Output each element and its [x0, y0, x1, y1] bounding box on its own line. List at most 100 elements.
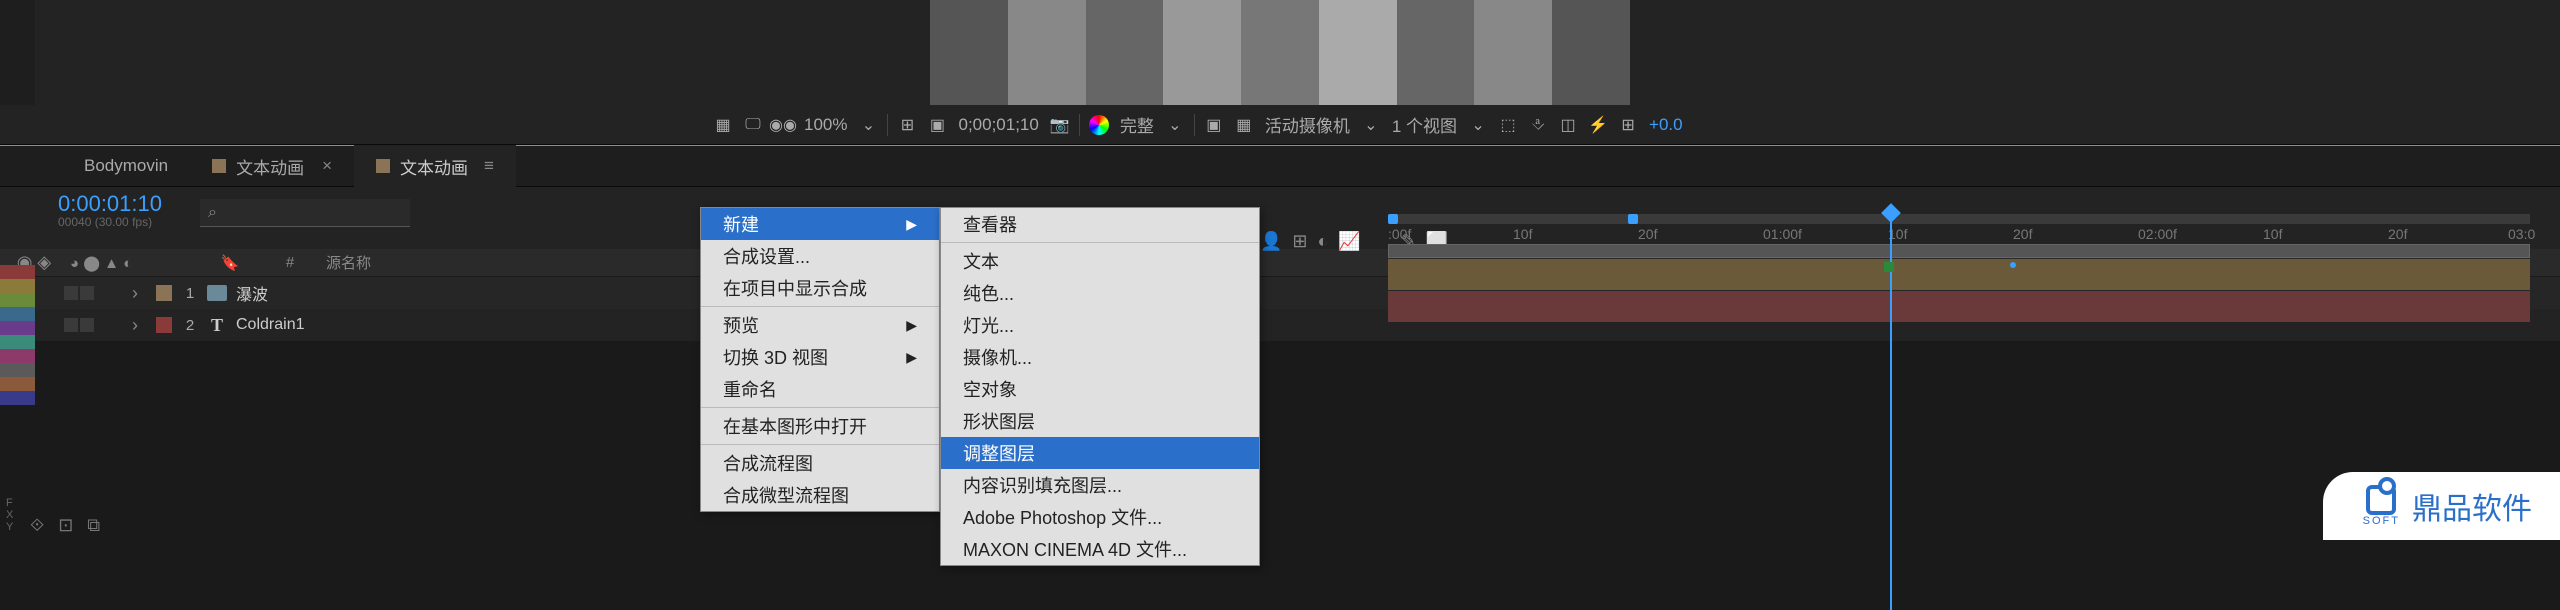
submenu-arrow-icon: ▶: [906, 317, 917, 334]
precomp-icon: [207, 285, 227, 301]
menu-item-text[interactable]: 文本: [941, 245, 1259, 277]
layer-index: 1: [178, 285, 202, 302]
shy-icon[interactable]: 👤: [1260, 231, 1282, 252]
menu-item-mini-flowchart[interactable]: 合成微型流程图: [701, 479, 939, 511]
resolution-dropdown[interactable]: 完整: [1116, 112, 1158, 137]
timeline-footer-toggles: ⟐ ⊡ ⧉: [30, 510, 100, 540]
color-icon[interactable]: [1086, 112, 1112, 138]
vr-icon[interactable]: ◉◉: [770, 112, 796, 138]
work-area-end-handle[interactable]: [1628, 214, 1638, 224]
layer-color-swatch[interactable]: [156, 317, 172, 333]
composition-viewer: [0, 0, 2560, 105]
viewer-toolbar: ▦ 🖵 ◉◉ 100% ⌄ ⊞ ▣ 0;00;01;10 📷 完整 ⌄ ▣ ▦ …: [0, 105, 2560, 145]
composition-icon: [376, 159, 390, 173]
keyframe[interactable]: [2010, 262, 2016, 268]
submenu-arrow-icon: ▶: [906, 216, 917, 233]
menu-item-switch-3d-view[interactable]: 切换 3D 视图▶: [701, 341, 939, 373]
axis-labels: FXY: [0, 495, 19, 535]
switches-column: ◕ ⬤ ▲ ◐: [60, 254, 200, 272]
work-area-start-handle[interactable]: [1388, 214, 1398, 224]
menu-item-rename[interactable]: 重命名: [701, 373, 939, 405]
tab-text-anim-2[interactable]: 文本动画 ≡: [354, 145, 516, 187]
menu-item-flowchart[interactable]: 合成流程图: [701, 447, 939, 479]
menu-item-content-aware-fill[interactable]: 内容识别填充图层...: [941, 469, 1259, 501]
layer-duration-bar[interactable]: [1388, 259, 2530, 290]
label-color-swatches: [0, 265, 35, 405]
marker[interactable]: [1884, 262, 1894, 272]
renderer-icon[interactable]: ◫: [1555, 112, 1581, 138]
tab-label: 文本动画: [400, 154, 468, 179]
time-ruler[interactable]: :00f 10f 20f 01:00f 10f 20f 02:00f 10f 2…: [1388, 226, 2530, 246]
viewer-left-gutter: [0, 0, 35, 105]
text-layer-icon: T: [211, 315, 223, 336]
motion-blur-icon[interactable]: ◐: [1318, 231, 1329, 252]
tab-label: Bodymovin: [84, 156, 168, 176]
menu-item-reveal-in-project[interactable]: 在项目中显示合成: [701, 272, 939, 304]
toggle-switches-icon[interactable]: ⟐: [30, 515, 44, 536]
zoom-dropdown[interactable]: 100%: [800, 115, 851, 135]
menu-item-null[interactable]: 空对象: [941, 373, 1259, 405]
frame-blend-icon[interactable]: ⊞: [1292, 231, 1307, 252]
tab-close-icon[interactable]: ×: [322, 156, 332, 176]
grid-icon[interactable]: ⊞: [894, 112, 920, 138]
preview-timecode[interactable]: 0;00;01;10: [954, 115, 1042, 135]
alpha-toggle-icon[interactable]: ▦: [710, 112, 736, 138]
chevron-down-icon[interactable]: ⌄: [1358, 112, 1384, 138]
label-column[interactable]: 🔖: [200, 254, 260, 272]
watermark-subtext: SOFT: [2363, 515, 2400, 527]
layer-color-swatch[interactable]: [156, 285, 172, 301]
watermark-logo-icon: [2366, 485, 2396, 515]
chevron-down-icon[interactable]: ⌄: [1162, 112, 1188, 138]
composition-icon: [212, 159, 226, 173]
menu-item-viewer[interactable]: 查看器: [941, 208, 1259, 240]
layer-name[interactable]: Coldrain1: [232, 316, 304, 334]
graph-editor-icon[interactable]: 📈: [1338, 231, 1360, 252]
layer-name[interactable]: 瀑波: [232, 281, 268, 305]
tab-bodymovin[interactable]: Bodymovin: [62, 145, 190, 187]
layer-search-input[interactable]: ⌕: [200, 199, 410, 227]
expand-chevron-icon[interactable]: ›: [120, 283, 150, 304]
context-menu: 新建▶ 合成设置... 在项目中显示合成 预览▶ 切换 3D 视图▶ 重命名 在…: [700, 207, 940, 512]
chevron-down-icon[interactable]: ⌄: [855, 112, 881, 138]
region-icon[interactable]: ▣: [1201, 112, 1227, 138]
monitor-icon[interactable]: 🖵: [740, 112, 766, 138]
menu-item-comp-settings[interactable]: 合成设置...: [701, 240, 939, 272]
toggle-in-out-icon[interactable]: ⧉: [87, 515, 100, 536]
index-column-header: #: [260, 254, 320, 271]
tab-menu-icon[interactable]: ≡: [484, 156, 494, 176]
timeline-icon[interactable]: ⊞: [1615, 112, 1641, 138]
toggle-modes-icon[interactable]: ⊡: [58, 515, 73, 536]
menu-item-adjustment-layer[interactable]: 调整图层: [941, 437, 1259, 469]
views-dropdown[interactable]: 1 个视图: [1388, 112, 1461, 137]
fast-preview-icon[interactable]: ⚡: [1585, 112, 1611, 138]
source-name-column-header[interactable]: 源名称: [320, 252, 760, 273]
search-icon: ⌕: [208, 204, 217, 222]
menu-item-solid[interactable]: 纯色...: [941, 277, 1259, 309]
camera-dropdown[interactable]: 活动摄像机: [1261, 112, 1354, 137]
snapshot-icon[interactable]: 📷: [1047, 112, 1073, 138]
timeline-tab-bar: Bodymovin 文本动画 × 文本动画 ≡: [0, 145, 2560, 187]
context-submenu-new: 查看器 文本 纯色... 灯光... 摄像机... 空对象 形状图层 调整图层 …: [940, 207, 1260, 566]
expand-chevron-icon[interactable]: ›: [120, 315, 150, 336]
menu-item-new[interactable]: 新建▶: [701, 208, 939, 240]
watermark-brand-text: 鼎品软件: [2412, 484, 2532, 528]
tab-label: 文本动画: [236, 154, 304, 179]
menu-item-shape-layer[interactable]: 形状图层: [941, 405, 1259, 437]
exposure-value[interactable]: +0.0: [1645, 115, 1687, 135]
menu-item-camera[interactable]: 摄像机...: [941, 341, 1259, 373]
menu-item-photoshop-file[interactable]: Adobe Photoshop 文件...: [941, 501, 1259, 533]
menu-item-light[interactable]: 灯光...: [941, 309, 1259, 341]
submenu-arrow-icon: ▶: [906, 349, 917, 366]
menu-item-preview[interactable]: 预览▶: [701, 309, 939, 341]
work-area-span[interactable]: [1388, 244, 2530, 258]
chevron-down-icon[interactable]: ⌄: [1465, 112, 1491, 138]
menu-item-c4d-file[interactable]: MAXON CINEMA 4D 文件...: [941, 533, 1259, 565]
safe-zone-icon[interactable]: ▣: [924, 112, 950, 138]
share-icon[interactable]: ⬚: [1495, 112, 1521, 138]
transparency-icon[interactable]: ▦: [1231, 112, 1257, 138]
menu-item-open-egp[interactable]: 在基本图形中打开: [701, 410, 939, 442]
layer-duration-bar[interactable]: [1388, 291, 2530, 322]
watermark-badge: SOFT 鼎品软件: [2323, 472, 2560, 540]
tab-text-anim-1[interactable]: 文本动画 ×: [190, 145, 354, 187]
draft3d-icon[interactable]: ⎀: [1525, 112, 1551, 138]
